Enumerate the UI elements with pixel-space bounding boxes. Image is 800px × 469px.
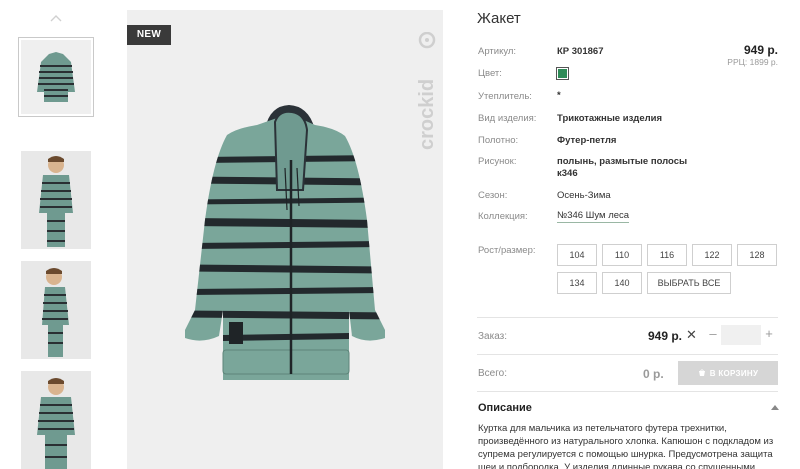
jacket-illustration [185,105,385,380]
description-heading[interactable]: Описание [478,402,532,414]
size-button-128[interactable]: 128 [737,244,777,266]
description-line-1: Куртка для мальчика из петельчатого футе… [478,423,727,434]
add-to-cart-button[interactable]: В КОРЗИНУ [678,361,778,385]
article-label: Артикул: [478,46,517,57]
pattern-value-line2: к346 [557,168,578,179]
thumbnail-jacket-image [21,40,91,114]
thumbnail-4-model-front[interactable] [21,371,91,469]
description-line-2: произведённого из натурального хлопка. К… [478,436,774,447]
pattern-label: Рисунок: [478,156,517,167]
color-swatch[interactable] [556,67,569,80]
thumbnail-1-jacket[interactable] [18,37,94,117]
description-text: Куртка для мальчика из петельчатого футе… [478,422,778,469]
size-button-104[interactable]: 104 [557,244,597,266]
insulation-value: * [557,90,561,101]
total-divider [477,354,778,355]
item-type-value: Трикотажные изделия [557,113,663,124]
size-button-110[interactable]: 110 [602,244,642,266]
order-label: Заказ: [478,331,508,342]
size-button-122[interactable]: 122 [692,244,732,266]
thumbnail-3-model-side[interactable] [21,261,91,359]
description-line-4: шеи и подбородка. У изделия длинные рука… [478,462,756,469]
season-value: Осень-Зима [557,190,611,201]
description-divider [477,391,778,392]
description-collapse-chevron-icon[interactable] [771,404,779,410]
pattern-value-line1: полынь, размытые полосы [557,156,688,167]
total-label: Всего: [478,368,507,379]
thumbnail-2-model-front[interactable] [21,151,91,249]
product-title: Жакет [477,10,521,27]
fabric-value: Футер-петля [557,135,617,146]
main-product-image[interactable]: NEW crockid [127,10,443,469]
thumbnails-up-chevron-icon[interactable] [50,14,62,22]
description-line-3: супрема регулируется с помощью шнурка. П… [478,449,773,460]
size-button-116[interactable]: 116 [647,244,687,266]
thumbnail-model-image [21,151,91,249]
size-button-140[interactable]: 140 [602,272,642,294]
article-value: КР 301867 [557,46,604,57]
clear-order-icon[interactable]: ✕ [686,327,697,343]
rrc-price: РРЦ: 1899 р. [727,57,778,67]
cart-icon [698,369,705,376]
total-value: 0 р. [643,367,664,381]
quantity-decrease-button[interactable]: – [707,326,719,341]
size-button-134[interactable]: 134 [557,272,597,294]
size-label: Рост/размер: [478,245,536,256]
item-type-label: Вид изделия: [478,113,537,124]
collection-link[interactable]: №346 Шум леса [557,210,630,223]
quantity-increase-button[interactable]: + [763,326,775,341]
thumbnail-model-image [21,371,91,469]
color-label: Цвет: [478,68,502,79]
insulation-label: Утеплитель: [478,91,532,102]
order-price: 949 р. [648,329,683,343]
fabric-label: Полотно: [478,135,519,146]
product-price: 949 р. [743,43,778,57]
quantity-input[interactable] [721,325,761,345]
add-to-cart-label: В КОРЗИНУ [709,368,759,378]
season-label: Сезон: [478,190,508,201]
collection-label: Коллекция: [478,211,528,222]
order-divider [477,317,778,318]
select-all-sizes-button[interactable]: ВЫБРАТЬ ВСЕ [647,272,731,294]
thumbnail-model-image [21,261,91,359]
